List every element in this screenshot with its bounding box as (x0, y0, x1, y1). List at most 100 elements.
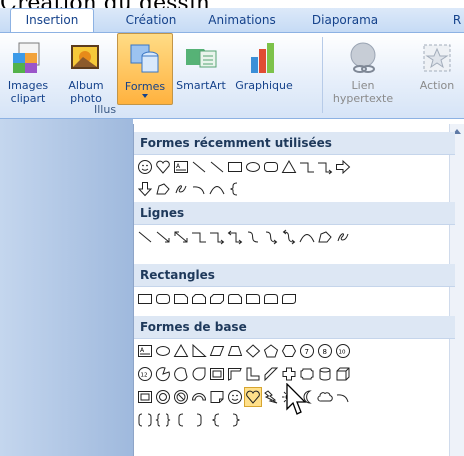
folded-corner-shape-icon[interactable] (208, 387, 226, 407)
tab-animations[interactable]: Animations (199, 9, 285, 31)
lien-hypertexte-button[interactable]: Lien hypertexte (330, 33, 396, 105)
graphique-button[interactable]: Graphique (232, 33, 296, 103)
snip-same-side-rectangle-icon[interactable] (190, 289, 208, 309)
block-arc-shape-icon[interactable] (190, 387, 208, 407)
diagonal-stripe-shape-icon[interactable] (262, 364, 280, 384)
diamond-shape-icon[interactable] (244, 341, 262, 361)
octagon-shape-icon[interactable]: 8 (316, 341, 334, 361)
rectangle-shape-icon[interactable] (226, 157, 244, 177)
curved-arrow-connector-icon[interactable] (262, 227, 280, 247)
elbow-arrow-connector-icon[interactable] (316, 157, 334, 177)
curve-shape-icon[interactable] (208, 179, 226, 199)
hexagon-shape-icon[interactable] (280, 341, 298, 361)
left-brace-shape-icon[interactable] (226, 179, 244, 199)
line-shape-icon[interactable] (208, 157, 226, 177)
scribble-shape-icon[interactable] (334, 227, 352, 247)
elbow-double-arrow-icon[interactable] (226, 227, 244, 247)
right-triangle-shape-icon[interactable] (190, 341, 208, 361)
oval-shape-icon[interactable] (244, 157, 262, 177)
curved-connector-icon[interactable] (244, 227, 262, 247)
tab-creation[interactable]: Création (115, 9, 187, 31)
frame-shape-icon[interactable] (208, 364, 226, 384)
triangle-shape-icon[interactable] (280, 157, 298, 177)
line-shape-icon[interactable] (190, 157, 208, 177)
formes-label: Formes (124, 80, 166, 93)
album-photo-button[interactable]: Album photo (58, 33, 114, 105)
double-brace-shape-icon[interactable] (154, 410, 172, 430)
trapezoid-shape-icon[interactable] (226, 341, 244, 361)
svg-text:A: A (176, 163, 181, 170)
double-arrow-line-icon[interactable] (172, 227, 190, 247)
right-bracket-shape-icon[interactable] (190, 410, 208, 430)
freeform-shape-icon[interactable] (316, 227, 334, 247)
heart-shape-icon[interactable] (244, 387, 262, 407)
left-bracket-shape-icon[interactable] (172, 410, 190, 430)
chart-icon (251, 43, 274, 73)
smiley-shape-icon[interactable] (226, 387, 244, 407)
arc-shape-icon[interactable] (190, 179, 208, 199)
no-symbol-shape-icon[interactable] (172, 387, 190, 407)
cloud-shape-icon[interactable] (316, 387, 334, 407)
rounded-rectangle-shape-icon[interactable] (262, 157, 280, 177)
smartart-button[interactable]: SmartArt (172, 33, 230, 103)
line-shape-icon[interactable] (136, 227, 154, 247)
l-shape-icon[interactable] (244, 364, 262, 384)
scribble-shape-icon[interactable] (172, 179, 190, 199)
tab-revision[interactable]: R (450, 9, 464, 31)
tab-insertion[interactable]: Insertion (10, 8, 94, 32)
can-shape-icon[interactable] (316, 364, 334, 384)
double-bracket-shape-icon[interactable] (136, 410, 154, 430)
round-diagonal-rectangle-icon[interactable] (280, 289, 298, 309)
gallery-scrollbar[interactable] (449, 124, 464, 456)
textbox-shape-icon[interactable]: A (136, 341, 154, 361)
elbow-arrow-connector-icon[interactable] (208, 227, 226, 247)
snip-corner-rectangle-icon[interactable] (172, 289, 190, 309)
chord-shape-icon[interactable] (172, 364, 190, 384)
right-arrow-shape-icon[interactable] (334, 157, 352, 177)
down-arrow-shape-icon[interactable] (136, 179, 154, 199)
heptagon-shape-icon[interactable]: 7 (298, 341, 316, 361)
smartart-icon (186, 49, 217, 68)
textbox-shape-icon[interactable]: A (172, 157, 190, 177)
images-clipart-button[interactable]: Images clipart (0, 33, 56, 105)
pie-shape-icon[interactable] (154, 364, 172, 384)
triangle-shape-icon[interactable] (172, 341, 190, 361)
rounded-rectangle-shape-icon[interactable] (154, 289, 172, 309)
plaque-shape-icon[interactable] (298, 364, 316, 384)
left-brace-shape-icon[interactable] (208, 410, 226, 430)
round-same-side-rectangle-icon[interactable] (262, 289, 280, 309)
curved-double-arrow-icon[interactable] (280, 227, 298, 247)
heart-shape-icon[interactable] (154, 157, 172, 177)
action-button[interactable]: Action (410, 33, 464, 103)
dodecagon-shape-icon[interactable]: 12 (136, 364, 154, 384)
arrow-line-icon[interactable] (154, 227, 172, 247)
section-header-recent: Formes récemment utilisées (134, 132, 455, 155)
rectangle-shape-icon[interactable] (136, 289, 154, 309)
round-single-corner-rectangle-icon[interactable] (244, 289, 262, 309)
curve-shape-icon[interactable] (298, 227, 316, 247)
snip-diagonal-rectangle-icon[interactable] (208, 289, 226, 309)
pentagon-shape-icon[interactable] (262, 341, 280, 361)
smiley-shape-icon[interactable] (136, 157, 154, 177)
oval-shape-icon[interactable] (154, 341, 172, 361)
parallelogram-shape-icon[interactable] (208, 341, 226, 361)
svg-text:8: 8 (323, 348, 327, 356)
elbow-connector-icon[interactable] (298, 157, 316, 177)
snip-round-rectangle-icon[interactable] (226, 289, 244, 309)
half-frame-shape-icon[interactable] (226, 364, 244, 384)
teardrop-shape-icon[interactable] (190, 364, 208, 384)
bevel-shape-icon[interactable] (136, 387, 154, 407)
freeform-shape-icon[interactable] (154, 179, 172, 199)
lightning-bolt-shape-icon[interactable] (262, 387, 280, 407)
arc-shape-icon[interactable] (334, 387, 352, 407)
elbow-connector-icon[interactable] (190, 227, 208, 247)
decagon-shape-icon[interactable]: 10 (334, 341, 352, 361)
tab-diaporama[interactable]: Diaporama (300, 9, 390, 31)
hyperlink-icon (350, 42, 376, 73)
ribbon-panel: Images clipart Album photo Formes SmartA… (0, 33, 464, 119)
cube-shape-icon[interactable] (334, 364, 352, 384)
right-brace-shape-icon[interactable] (226, 410, 244, 430)
donut-shape-icon[interactable] (154, 387, 172, 407)
formes-button[interactable]: Formes (117, 33, 173, 105)
plus-shape-icon[interactable] (280, 364, 298, 384)
